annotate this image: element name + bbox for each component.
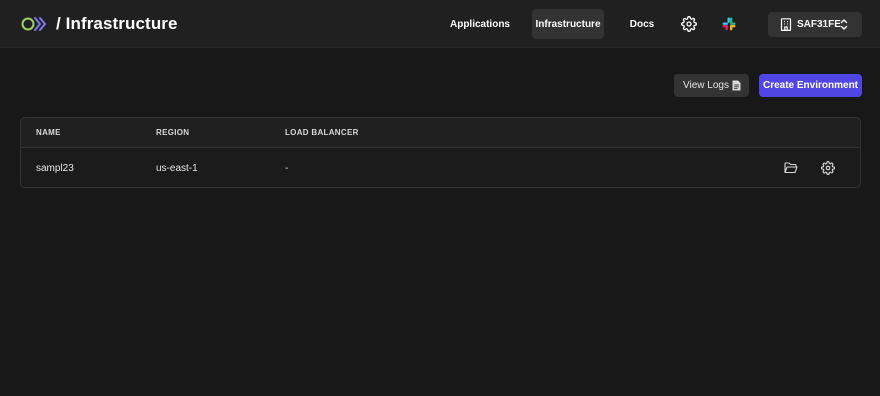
chevron-up-down-icon [840, 19, 848, 30]
view-logs-label: View Logs [683, 80, 729, 91]
table-row[interactable]: sampl23 us-east-1 - [21, 149, 860, 187]
table-header: NAME REGION LOAD BALANCER [21, 118, 860, 148]
slack-button[interactable] [719, 14, 739, 34]
environments-table: NAME REGION LOAD BALANCER sampl23 us-eas… [20, 117, 861, 188]
nav-applications[interactable]: Applications [446, 9, 514, 39]
column-header-region: REGION [156, 128, 190, 137]
building-icon [780, 18, 792, 31]
page-title: / Infrastructure [56, 14, 178, 33]
environment-load-balancer: - [285, 163, 289, 174]
nav-docs[interactable]: Docs [622, 9, 662, 39]
top-nav-bar: / Infrastructure Applications Infrastruc… [0, 0, 880, 48]
environment-region: us-east-1 [156, 163, 198, 174]
org-name: SAF31FE [797, 19, 841, 30]
open-folder-button[interactable] [783, 160, 799, 176]
view-logs-button[interactable]: View Logs [674, 74, 749, 97]
nav-infrastructure[interactable]: Infrastructure [532, 9, 604, 39]
environment-settings-button[interactable] [820, 160, 836, 176]
settings-button[interactable] [679, 14, 699, 34]
create-environment-button[interactable]: Create Environment [759, 74, 862, 97]
document-icon [732, 80, 741, 91]
org-selector[interactable]: SAF31FE [768, 12, 862, 37]
gear-icon [681, 16, 697, 32]
folder-icon [784, 162, 798, 174]
slack-icon [722, 17, 736, 31]
column-header-load-balancer: LOAD BALANCER [285, 128, 359, 137]
environment-name: sampl23 [36, 163, 74, 174]
logo-icon[interactable] [21, 15, 47, 33]
column-header-name: NAME [36, 128, 61, 137]
gear-icon [821, 161, 835, 175]
